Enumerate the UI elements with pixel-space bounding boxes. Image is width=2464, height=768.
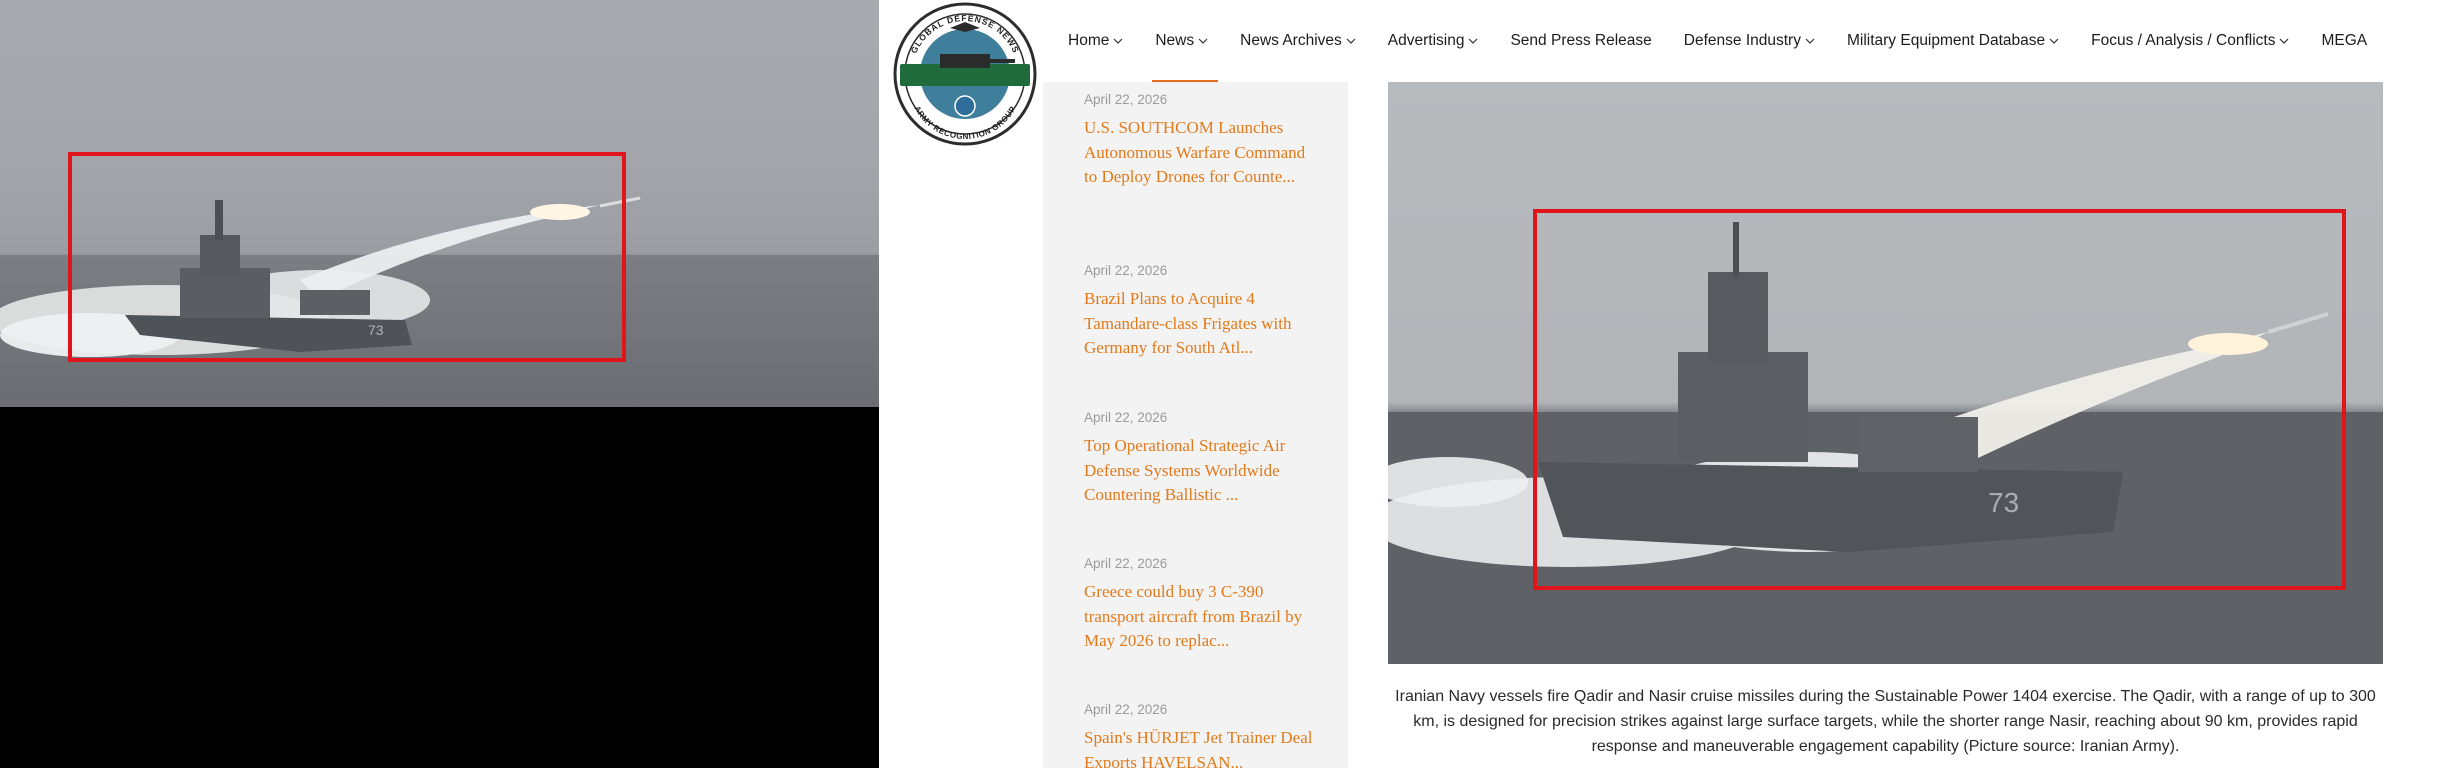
nav-item-label: Home bbox=[1068, 32, 1110, 49]
news-date: April 22, 2026 bbox=[1084, 702, 1168, 717]
highlight-box bbox=[68, 152, 626, 362]
nav-item-label: Focus / Analysis / Conflicts bbox=[2091, 32, 2276, 49]
sidebar-news-item: April 22, 2026 Spain's HÜRJET Jet Trainer… bbox=[1084, 702, 1316, 768]
news-date: April 22, 2026 bbox=[1084, 556, 1168, 571]
news-title-link[interactable]: U.S. SOUTHCOM Launches Autonomous Warfar… bbox=[1084, 116, 1316, 190]
chevron-down-icon bbox=[1469, 38, 1478, 44]
nav-item-label: Defense Industry bbox=[1683, 32, 1801, 49]
news-date: April 22, 2026 bbox=[1084, 410, 1168, 425]
latest-news-sidebar: April 22, 2026 U.S. SOUTHCOM Launches Aut… bbox=[1043, 82, 1348, 768]
sidebar-news-item: April 22, 2026 Brazil Plans to Acquire 4 … bbox=[1084, 263, 1316, 361]
chevron-down-icon bbox=[1346, 38, 1356, 44]
nav-item-defense-industry[interactable]: Defense Industry bbox=[1684, 32, 1815, 50]
video-pane: 73 bbox=[0, 0, 879, 768]
nav-item-news-archives[interactable]: News Archives bbox=[1240, 32, 1356, 50]
news-title-link[interactable]: Top Operational Strategic Air Defense Sy… bbox=[1084, 434, 1316, 508]
highlight-box bbox=[1533, 209, 2346, 590]
site-logo[interactable]: GLOBAL DEFENSE NEWS ARMY RECOGNITION GRO… bbox=[890, 2, 1040, 147]
nav-item-label: News bbox=[1155, 32, 1195, 49]
nav-item-military-equipment-database[interactable]: Military Equipment Database bbox=[1847, 32, 2059, 50]
chevron-down-icon bbox=[2280, 38, 2289, 44]
nav-item-advertising[interactable]: Advertising bbox=[1388, 32, 1479, 50]
news-title-link[interactable]: Greece could buy 3 C-390 transport aircr… bbox=[1084, 580, 1316, 654]
site-header: Home News News Archives Advertising Send Pre… bbox=[879, 0, 2464, 83]
news-date: April 22, 2026 bbox=[1084, 263, 1168, 278]
sidebar-news-item: April 22, 2026 Greece could buy 3 C-390 t… bbox=[1084, 556, 1316, 654]
chevron-down-icon bbox=[1198, 38, 1208, 44]
nav-item-label: Send Press Release bbox=[1510, 32, 1652, 49]
nav-item-label: Military Equipment Database bbox=[1846, 32, 2046, 49]
nav-item-send-press-release[interactable]: Send Press Release bbox=[1510, 32, 1651, 50]
nav-item-focus-analysis-conflicts[interactable]: Focus / Analysis / Conflicts bbox=[2091, 32, 2289, 50]
chevron-down-icon bbox=[2049, 38, 2059, 44]
news-title-link[interactable]: Spain's HÜRJET Jet Trainer Deal Exports … bbox=[1084, 726, 1316, 768]
nav-item-home[interactable]: Home bbox=[1068, 32, 1123, 50]
news-date: April 22, 2026 bbox=[1084, 92, 1168, 107]
nav-item-label: MEGA bbox=[2321, 32, 2368, 49]
article-image[interactable]: 73 bbox=[1388, 82, 2383, 664]
news-title-link[interactable]: Brazil Plans to Acquire 4 Tamandare-clas… bbox=[1084, 287, 1316, 361]
main-nav: Home News News Archives Advertising Send Pre… bbox=[1068, 0, 2399, 82]
chevron-down-icon bbox=[1113, 38, 1123, 44]
nav-item-news[interactable]: News bbox=[1155, 32, 1208, 50]
video-frame[interactable]: 73 bbox=[0, 0, 879, 407]
sidebar-news-item: April 22, 2026 Top Operational Strategic … bbox=[1084, 410, 1316, 508]
nav-item-label: Advertising bbox=[1387, 32, 1465, 49]
chevron-down-icon bbox=[1805, 38, 1815, 44]
website: Home News News Archives Advertising Send Pre… bbox=[879, 0, 2464, 768]
nav-item-label: News Archives bbox=[1240, 32, 1342, 49]
sidebar-news-item: April 22, 2026 U.S. SOUTHCOM Launches Aut… bbox=[1084, 92, 1316, 190]
article-caption: Iranian Navy vessels fire Qadir and Nasi… bbox=[1395, 688, 2376, 755]
nav-item-mega[interactable]: MEGA bbox=[2321, 32, 2367, 50]
